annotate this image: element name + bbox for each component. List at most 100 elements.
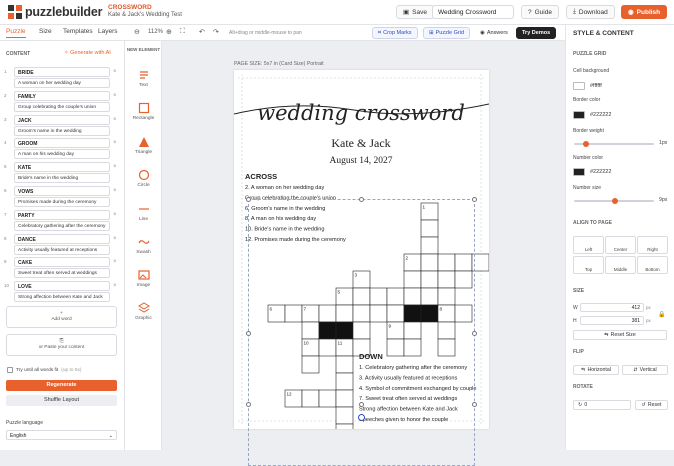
tab-size[interactable]: Size	[39, 28, 52, 35]
align-bottom-button[interactable]: Bottom	[637, 256, 668, 274]
align-middle-button[interactable]: Middle	[605, 256, 636, 274]
remove-word-icon[interactable]: ×	[113, 259, 117, 265]
save-button[interactable]: ▣ Save	[396, 5, 434, 19]
add-word-button[interactable]: + Add word	[6, 306, 117, 328]
crop-marks-button[interactable]: ⌗ Crop Marks	[372, 27, 418, 39]
clue-input[interactable]: Bride's name in the wedding	[14, 173, 110, 184]
number-color-swatch[interactable]	[573, 168, 585, 176]
clue-input[interactable]: Groom's name in the wedding	[14, 125, 110, 136]
border-color-value[interactable]: #222222	[590, 112, 611, 118]
word-input[interactable]: BRIDE	[14, 67, 110, 77]
undo-icon[interactable]: ↶	[199, 28, 205, 36]
clue-input[interactable]: Group celebrating the couple's union	[14, 101, 110, 112]
element-line[interactable]: Line	[125, 203, 162, 222]
element-image[interactable]: Image	[125, 269, 162, 288]
clue-input[interactable]: A man on his wedding day	[14, 149, 110, 160]
paste-content-button[interactable]: ⎘ or Paste your content	[6, 334, 117, 356]
remove-word-icon[interactable]: ×	[113, 283, 117, 289]
canvas-area[interactable]: PAGE SIZE: 5x7 in (Card Size) Portrait w…	[162, 41, 565, 466]
flip-horizontal-button[interactable]: ⇋ Horizontal	[573, 365, 619, 375]
word-input[interactable]: CAKE	[14, 257, 110, 268]
resize-handle[interactable]	[472, 197, 477, 202]
fit-screen-icon[interactable]: ⛶	[180, 28, 185, 36]
clue-input[interactable]: Sweet treat often served at weddings	[14, 268, 110, 279]
rotate-reset-button[interactable]: ↺ Reset	[635, 400, 668, 410]
height-input[interactable]: 381	[580, 316, 644, 325]
resize-handle[interactable]	[246, 331, 251, 336]
border-weight-slider[interactable]	[574, 141, 654, 147]
word-input[interactable]: GROOM	[14, 138, 110, 149]
answers-button[interactable]: ◉ Answers	[474, 27, 514, 39]
guide-button[interactable]: ? Guide	[521, 5, 559, 19]
word-input[interactable]: DANCE	[14, 233, 110, 244]
selection-box[interactable]	[248, 199, 475, 466]
word-input[interactable]: KATE	[14, 162, 110, 173]
regenerate-button[interactable]: Regenerate	[6, 380, 117, 391]
rotate-input[interactable]: ↻ 0	[573, 400, 631, 410]
resize-handle[interactable]	[359, 402, 364, 407]
clue-input[interactable]: Strong affection between Kate and Jack	[14, 292, 110, 303]
zoom-in-icon[interactable]: ⊕	[166, 28, 172, 36]
clue-input[interactable]: A woman on her wedding day	[14, 78, 110, 88]
remove-word-icon[interactable]: ×	[113, 140, 117, 146]
word-input[interactable]: FAMILY	[14, 90, 110, 101]
reset-size-button[interactable]: ⇆ Reset Size	[573, 330, 667, 340]
number-size-slider[interactable]	[574, 198, 654, 204]
resize-handle[interactable]	[246, 197, 251, 202]
slider-knob[interactable]	[612, 198, 618, 204]
tab-puzzle[interactable]: Puzzle	[6, 28, 26, 38]
element-triangle[interactable]: Triangle	[125, 136, 162, 155]
align-top-button[interactable]: Top	[573, 256, 604, 274]
remove-word-icon[interactable]: ×	[113, 164, 117, 170]
publish-button[interactable]: ◉ Publish	[621, 5, 668, 19]
word-input[interactable]: VOWS	[14, 186, 110, 196]
word-input[interactable]: LOVE	[14, 281, 110, 292]
tab-layers[interactable]: Layers	[98, 28, 118, 35]
resize-handle[interactable]	[472, 402, 477, 407]
align-center-button[interactable]: Center	[605, 236, 636, 254]
shuffle-layout-button[interactable]: Shuffle Layout	[6, 395, 117, 406]
border-color-swatch[interactable]	[573, 111, 585, 119]
clue-input[interactable]: Promises made during the ceremony	[14, 197, 110, 207]
language-select[interactable]: English ⌄	[6, 430, 117, 440]
generate-ai-button[interactable]: ✧ Generate with AI	[64, 50, 111, 56]
puzzle-title-input[interactable]: Wedding Crossword	[432, 5, 514, 19]
puzzle-page[interactable]: wedding crossword Kate & Jack August 14,…	[234, 70, 489, 466]
number-color-value[interactable]: #222222	[590, 169, 611, 175]
remove-word-icon[interactable]: ×	[113, 188, 117, 194]
width-input[interactable]: 412	[580, 303, 644, 312]
word-input[interactable]: JACK	[14, 114, 110, 125]
word-input[interactable]: PARTY	[14, 209, 110, 220]
clue-input[interactable]: Celebratory gathering after the ceremony	[14, 220, 110, 231]
resize-handle[interactable]	[472, 331, 477, 336]
flip-vertical-button[interactable]: ⇵ Vertical	[622, 365, 668, 375]
redo-icon[interactable]: ↷	[213, 28, 219, 36]
element-swash[interactable]: Swash	[125, 236, 162, 255]
try-demos-button[interactable]: Try Demos	[516, 27, 557, 39]
cell-bg-swatch[interactable]	[573, 82, 585, 90]
logo[interactable]: puzzlebuilder	[8, 5, 102, 19]
slider-knob[interactable]	[583, 141, 589, 147]
remove-word-icon[interactable]: ×	[113, 69, 117, 75]
resize-handle[interactable]	[359, 197, 364, 202]
element-rectangle[interactable]: Rectangle	[125, 102, 162, 121]
resize-handle[interactable]	[246, 402, 251, 407]
remove-word-icon[interactable]: ×	[113, 117, 117, 123]
cell-bg-value[interactable]: #ffffff	[590, 83, 602, 89]
element-text[interactable]: Text	[125, 69, 162, 88]
element-graphic[interactable]: Graphic	[125, 302, 162, 321]
align-right-button[interactable]: Right	[637, 236, 668, 254]
clue-input[interactable]: Activity usually featured at receptions	[14, 244, 110, 255]
remove-word-icon[interactable]: ×	[113, 236, 117, 242]
zoom-out-icon[interactable]: ⊖	[134, 28, 140, 36]
remove-word-icon[interactable]: ×	[113, 212, 117, 218]
rotate-handle-icon[interactable]	[358, 414, 365, 421]
try-until-option[interactable]: Try until all words fit (up to 5x)	[7, 367, 81, 373]
lock-ratio-icon[interactable]: 🔒	[658, 311, 665, 318]
checkbox[interactable]	[7, 367, 13, 373]
element-circle[interactable]: Circle	[125, 169, 162, 188]
tab-templates[interactable]: Templates	[63, 28, 93, 35]
download-button[interactable]: ⤓ Download	[566, 5, 615, 19]
puzzle-grid-button[interactable]: ⊞ Puzzle Grid	[423, 27, 471, 39]
align-left-button[interactable]: Left	[573, 236, 604, 254]
